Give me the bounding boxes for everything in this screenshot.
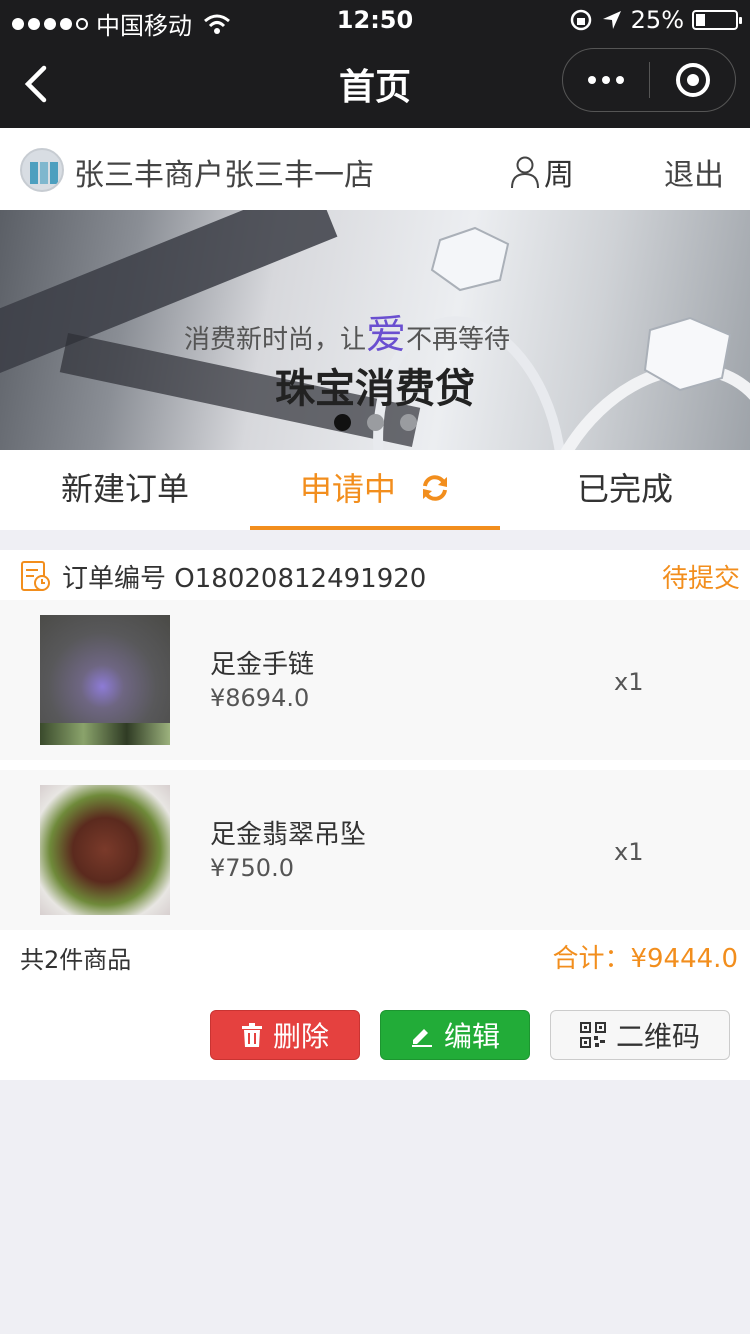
nav-bar: 首页: [0, 40, 750, 128]
user-icon: [511, 156, 539, 189]
promo-banner[interactable]: 消费新时尚，让爱不再等待 珠宝消费贷: [0, 210, 750, 450]
qrcode-button[interactable]: 二维码: [550, 1010, 730, 1060]
carousel-dot[interactable]: [367, 414, 384, 431]
order-number: 订单编号 O18020812491920: [62, 564, 427, 594]
product-name: 足金翡翠吊坠: [210, 820, 367, 850]
battery-percent: 25%: [630, 6, 684, 34]
carousel-indicator: [334, 414, 417, 431]
status-right: 25%: [569, 6, 742, 34]
order-header: 订单编号 O18020812491920 待提交: [0, 550, 750, 600]
product-name: 足金手链: [210, 650, 315, 680]
tab-label: 申请中: [299, 470, 396, 508]
order-tabs: 新建订单 申请中 已完成: [0, 450, 750, 530]
trash-icon: [241, 1023, 262, 1047]
carousel-dot[interactable]: [334, 414, 351, 431]
item-count: 共2件商品: [20, 946, 132, 974]
carousel-dot[interactable]: [400, 414, 417, 431]
product-image: [40, 785, 170, 915]
more-dots-icon[interactable]: [563, 49, 649, 111]
slogan-highlight: 爱: [366, 312, 407, 358]
product-price: ¥750.0: [210, 854, 294, 882]
tab-applying[interactable]: 申请中: [250, 450, 500, 530]
order-card: 订单编号 O18020812491920 待提交 足金手链 ¥8694.0 x1…: [0, 550, 750, 1080]
product-quantity: x1: [614, 838, 644, 866]
target-close-icon: [675, 63, 710, 97]
user-name: 周: [544, 158, 574, 193]
order-total: 合计：¥9444.0: [552, 944, 738, 974]
tab-new-order[interactable]: 新建订单: [0, 450, 250, 530]
slogan-text: 消费新时尚，让: [184, 325, 367, 355]
miniprogram-capsule: [562, 48, 736, 112]
banner-headline: 珠宝消费贷: [275, 366, 475, 412]
status-bar: 中国移动 12:50 25%: [0, 0, 750, 40]
banner-slogan: 消费新时尚，让爱不再等待: [184, 302, 510, 360]
delete-button[interactable]: 删除: [210, 1010, 360, 1060]
product-image: [40, 615, 170, 745]
edit-label: 编辑: [443, 1020, 500, 1053]
order-clock-icon: [21, 561, 50, 591]
slogan-text: 不再等待: [406, 325, 511, 355]
delete-label: 删除: [272, 1020, 329, 1053]
qrcode-icon: [579, 1022, 606, 1048]
refresh-icon[interactable]: [420, 473, 450, 503]
product-quantity: x1: [614, 668, 644, 696]
list-item[interactable]: 足金手链 ¥8694.0 x1: [0, 600, 750, 760]
logout-link[interactable]: 退出: [664, 150, 724, 194]
close-button[interactable]: [650, 49, 735, 111]
merchant-avatar: [20, 148, 64, 192]
qrcode-label: 二维码: [615, 1020, 700, 1053]
user-info: 周: [510, 150, 574, 194]
tab-label: 已完成: [576, 470, 673, 508]
pencil-icon: [411, 1029, 432, 1047]
merchant-bar: 张三丰商户张三丰一店 周 退出: [0, 128, 750, 210]
tab-completed[interactable]: 已完成: [500, 450, 750, 530]
order-summary: 共2件商品 合计：¥9444.0: [0, 930, 750, 980]
edit-button[interactable]: 编辑: [380, 1010, 530, 1060]
order-status: 待提交: [661, 564, 740, 594]
location-arrow-icon: [602, 11, 621, 29]
list-item[interactable]: 足金翡翠吊坠 ¥750.0 x1: [0, 770, 750, 930]
merchant-name: 张三丰商户张三丰一店: [74, 158, 374, 193]
product-price: ¥8694.0: [210, 684, 310, 712]
battery-icon: [692, 10, 742, 30]
rotation-lock-icon: [570, 9, 591, 31]
tab-label: 新建订单: [60, 470, 189, 508]
